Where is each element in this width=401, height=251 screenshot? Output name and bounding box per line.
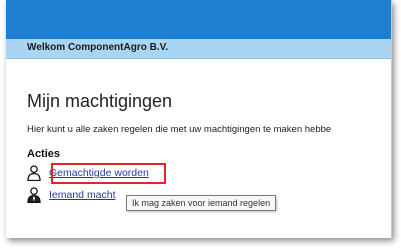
page-title: Mijn machtigingen — [27, 91, 173, 111]
tooltip: Ik mag zaken voor iemand regelen — [126, 195, 277, 211]
highlight-annotation — [51, 163, 166, 184]
top-banner — [6, 0, 391, 39]
browser-page: Welkom ComponentAgro B.V. Mijn machtigin… — [6, 0, 392, 238]
person-tie-icon — [27, 187, 41, 203]
action-authorize-someone[interactable]: Iemand macht — [27, 186, 116, 204]
intro-text: Hier kunt u alle zaken regelen die met u… — [27, 124, 332, 135]
welcome-bar: Welkom ComponentAgro B.V. — [6, 39, 391, 59]
welcome-text: Welkom ComponentAgro B.V. — [27, 42, 169, 53]
person-icon — [27, 165, 41, 181]
actions-heading: Acties — [27, 148, 61, 160]
authorize-someone-link[interactable]: Iemand macht — [49, 189, 116, 201]
